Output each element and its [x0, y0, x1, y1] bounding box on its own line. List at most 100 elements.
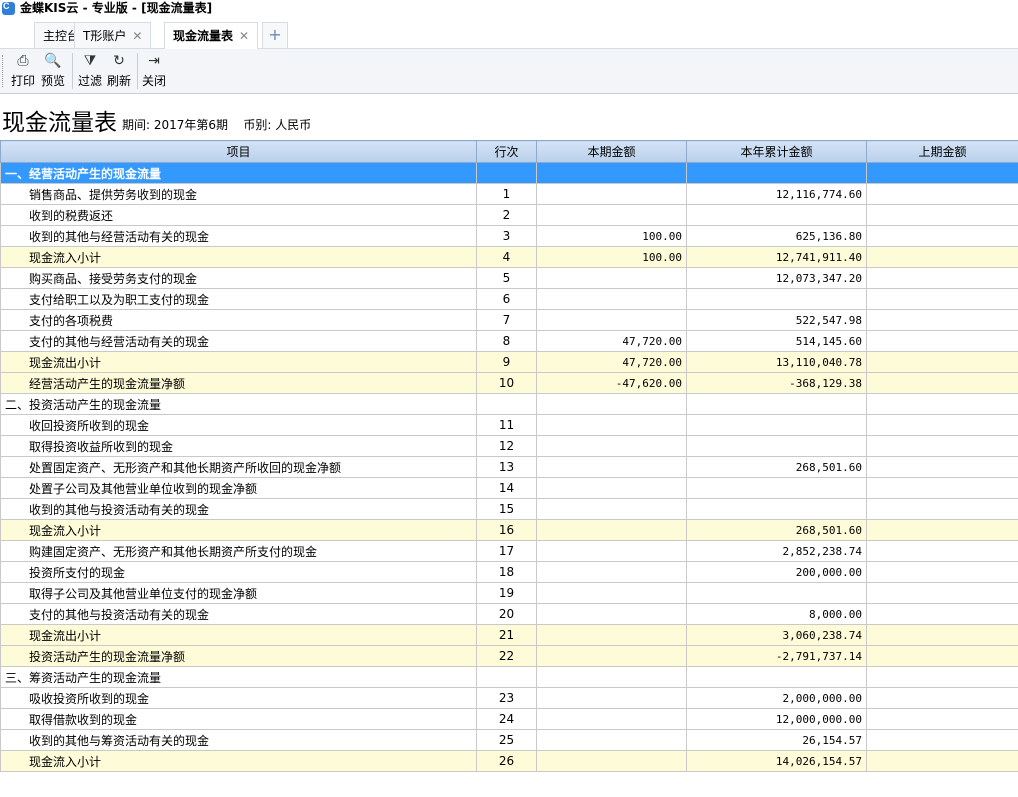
table-row[interactable]: 收到的其他与筹资活动有关的现金 25 26,154.57 — [0, 729, 1018, 751]
table-row[interactable]: 投资所支付的现金 18 200,000.00 — [0, 561, 1018, 583]
table-row[interactable]: 三、筹资活动产生的现金流量 — [0, 666, 1018, 688]
cell-ytd-amount[interactable]: 2,852,238.74 — [686, 540, 867, 562]
table-row[interactable]: 取得子公司及其他营业单位支付的现金净额 19 — [0, 582, 1018, 604]
cell-item[interactable]: 收到的其他与投资活动有关的现金 — [0, 498, 477, 520]
cell-ytd-amount[interactable]: 200,000.00 — [686, 561, 867, 583]
cell-ytd-amount[interactable]: 12,116,774.60 — [686, 183, 867, 205]
cell-ytd-amount[interactable]: 514,145.60 — [686, 330, 867, 352]
table-row[interactable]: 收到的其他与投资活动有关的现金 15 — [0, 498, 1018, 520]
cell-prior-amount[interactable] — [866, 267, 1018, 289]
cell-current-amount[interactable] — [536, 519, 687, 541]
cell-current-amount[interactable] — [536, 435, 687, 457]
table-row[interactable]: 收回投资所收到的现金 11 — [0, 414, 1018, 436]
column-header-current[interactable]: 本期金额 — [536, 140, 687, 163]
filter-button[interactable]: ⧩ 过滤 — [76, 51, 104, 91]
cell-current-amount[interactable] — [536, 750, 687, 772]
cell-current-amount[interactable] — [536, 204, 687, 226]
cell-line[interactable] — [476, 162, 537, 184]
cell-ytd-amount[interactable] — [686, 498, 867, 520]
cell-item[interactable]: 三、筹资活动产生的现金流量 — [0, 666, 477, 688]
close-button[interactable]: ⇥ 关闭 — [140, 51, 168, 91]
table-row[interactable]: 现金流入小计 4 100.00 12,741,911.40 — [0, 246, 1018, 268]
cell-item[interactable]: 支付的其他与经营活动有关的现金 — [0, 330, 477, 352]
cell-ytd-amount[interactable]: 13,110,040.78 — [686, 351, 867, 373]
cell-line[interactable]: 26 — [476, 750, 537, 772]
close-icon[interactable]: ✕ — [132, 29, 142, 43]
cell-line[interactable]: 24 — [476, 708, 537, 730]
cell-line[interactable]: 4 — [476, 246, 537, 268]
cell-ytd-amount[interactable]: 12,073,347.20 — [686, 267, 867, 289]
table-row[interactable]: 现金流入小计 16 268,501.60 — [0, 519, 1018, 541]
cell-ytd-amount[interactable] — [686, 162, 867, 184]
cell-item[interactable]: 现金流出小计 — [0, 624, 477, 646]
cell-prior-amount[interactable] — [866, 393, 1018, 415]
cell-current-amount[interactable]: -47,620.00 — [536, 372, 687, 394]
cell-item[interactable]: 购建固定资产、无形资产和其他长期资产所支付的现金 — [0, 540, 477, 562]
table-row[interactable]: 吸收投资所收到的现金 23 2,000,000.00 — [0, 687, 1018, 709]
cell-item[interactable]: 支付的其他与投资活动有关的现金 — [0, 603, 477, 625]
cell-current-amount[interactable] — [536, 288, 687, 310]
cell-item[interactable]: 收回投资所收到的现金 — [0, 414, 477, 436]
table-row[interactable]: 经营活动产生的现金流量净额 10 -47,620.00 -368,129.38 — [0, 372, 1018, 394]
cell-item[interactable]: 取得投资收益所收到的现金 — [0, 435, 477, 457]
cell-prior-amount[interactable] — [866, 288, 1018, 310]
cell-item[interactable]: 现金流出小计 — [0, 351, 477, 373]
cell-prior-amount[interactable] — [866, 519, 1018, 541]
cell-current-amount[interactable] — [536, 183, 687, 205]
table-row[interactable]: 支付的其他与经营活动有关的现金 8 47,720.00 514,145.60 — [0, 330, 1018, 352]
cell-prior-amount[interactable] — [866, 204, 1018, 226]
cell-prior-amount[interactable] — [866, 330, 1018, 352]
cell-line[interactable]: 20 — [476, 603, 537, 625]
cell-ytd-amount[interactable]: 625,136.80 — [686, 225, 867, 247]
cell-line[interactable]: 15 — [476, 498, 537, 520]
cell-item[interactable]: 吸收投资所收到的现金 — [0, 687, 477, 709]
tab-t-account[interactable]: T形账户 ✕ — [74, 22, 152, 48]
cell-ytd-amount[interactable] — [686, 582, 867, 604]
cell-prior-amount[interactable] — [866, 645, 1018, 667]
cell-ytd-amount[interactable] — [686, 666, 867, 688]
cell-prior-amount[interactable] — [866, 498, 1018, 520]
cell-ytd-amount[interactable] — [686, 435, 867, 457]
cell-current-amount[interactable]: 100.00 — [536, 246, 687, 268]
table-row[interactable]: 支付的各项税费 7 522,547.98 — [0, 309, 1018, 331]
cell-line[interactable]: 22 — [476, 645, 537, 667]
cell-line[interactable]: 17 — [476, 540, 537, 562]
cell-item[interactable]: 处置子公司及其他营业单位收到的现金净额 — [0, 477, 477, 499]
cell-line[interactable]: 11 — [476, 414, 537, 436]
cell-prior-amount[interactable] — [866, 729, 1018, 751]
cell-item[interactable]: 销售商品、提供劳务收到的现金 — [0, 183, 477, 205]
cell-current-amount[interactable] — [536, 561, 687, 583]
cell-item[interactable]: 经营活动产生的现金流量净额 — [0, 372, 477, 394]
cell-line[interactable] — [476, 393, 537, 415]
cell-ytd-amount[interactable]: 12,000,000.00 — [686, 708, 867, 730]
cell-ytd-amount[interactable] — [686, 204, 867, 226]
table-row[interactable]: 现金流出小计 21 3,060,238.74 — [0, 624, 1018, 646]
table-row[interactable]: 投资活动产生的现金流量净额 22 -2,791,737.14 — [0, 645, 1018, 667]
cell-item[interactable]: 收到的税费返还 — [0, 204, 477, 226]
cell-ytd-amount[interactable]: 3,060,238.74 — [686, 624, 867, 646]
cell-current-amount[interactable]: 47,720.00 — [536, 351, 687, 373]
cell-item[interactable]: 处置固定资产、无形资产和其他长期资产所收回的现金净额 — [0, 456, 477, 478]
cell-line[interactable]: 25 — [476, 729, 537, 751]
cell-line[interactable]: 19 — [476, 582, 537, 604]
cell-line[interactable]: 21 — [476, 624, 537, 646]
cell-prior-amount[interactable] — [866, 351, 1018, 373]
cell-ytd-amount[interactable]: 2,000,000.00 — [686, 687, 867, 709]
cell-current-amount[interactable] — [536, 687, 687, 709]
cell-current-amount[interactable] — [536, 645, 687, 667]
cell-line[interactable]: 3 — [476, 225, 537, 247]
cell-item[interactable]: 一、经营活动产生的现金流量 — [0, 162, 477, 184]
cell-ytd-amount[interactable]: -2,791,737.14 — [686, 645, 867, 667]
cell-prior-amount[interactable] — [866, 183, 1018, 205]
cell-prior-amount[interactable] — [866, 162, 1018, 184]
cell-current-amount[interactable] — [536, 666, 687, 688]
table-row[interactable]: 支付的其他与投资活动有关的现金 20 8,000.00 — [0, 603, 1018, 625]
cell-item[interactable]: 支付给职工以及为职工支付的现金 — [0, 288, 477, 310]
cell-current-amount[interactable] — [536, 624, 687, 646]
cell-prior-amount[interactable] — [866, 603, 1018, 625]
cell-item[interactable]: 现金流入小计 — [0, 246, 477, 268]
cell-prior-amount[interactable] — [866, 582, 1018, 604]
cell-item[interactable]: 支付的各项税费 — [0, 309, 477, 331]
cell-prior-amount[interactable] — [866, 561, 1018, 583]
cell-prior-amount[interactable] — [866, 372, 1018, 394]
